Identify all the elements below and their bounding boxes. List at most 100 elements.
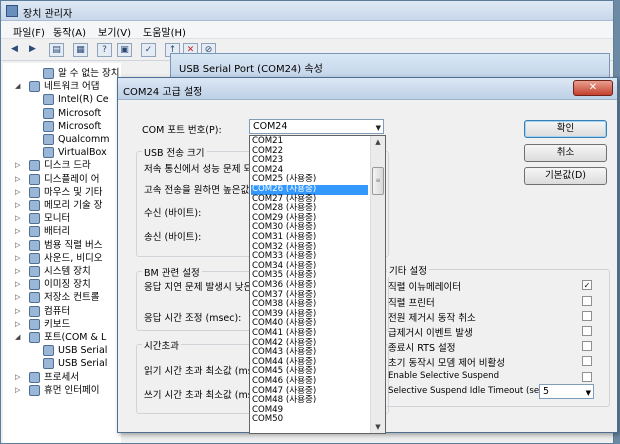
device-icon — [29, 318, 40, 330]
menu-action[interactable]: 동작(A) — [53, 24, 86, 39]
bm-note-line: 응답 지연 문제 발생시 낮은 — [144, 282, 253, 293]
menu-view[interactable]: 보기(V) — [98, 24, 131, 39]
tree-item-label: Intel(R) Ce — [58, 94, 109, 106]
tree-item-label: USB Serial — [58, 345, 108, 357]
tree-item-label: 프로세서 — [44, 371, 79, 383]
tree-item-label: 알 수 없는 장치 — [58, 68, 120, 79]
tree-item-label: 네트워크 어댑 — [44, 81, 100, 93]
com-port-option[interactable]: COM50 — [251, 415, 368, 425]
advanced-dialog-title: COM24 고급 설정 — [123, 87, 203, 98]
tree-item-label: Microsoft — [58, 120, 102, 132]
misc-option-checkbox[interactable] — [582, 326, 592, 336]
misc-option-label: 직렬 이뉴메레이터 — [388, 282, 461, 293]
selective-suspend-timeout-select[interactable]: 5 ▼ — [539, 384, 594, 399]
tree-expander-icon[interactable]: ◢ — [15, 82, 23, 91]
misc-option-label: 전원 제거시 동작 취소 — [388, 313, 476, 324]
misc-option-checkbox[interactable] — [582, 372, 592, 382]
menu-file[interactable]: 파일(F) — [13, 24, 45, 39]
misc-option-checkbox[interactable] — [582, 356, 592, 366]
tree-expander-icon[interactable]: ▷ — [15, 227, 23, 236]
tree-item-label: 모니터 — [44, 213, 71, 225]
device-icon — [29, 384, 40, 396]
default-button[interactable]: 기본값(D) — [524, 167, 607, 185]
device-icon — [43, 94, 54, 106]
view-icon[interactable]: ▤ — [49, 43, 64, 57]
tree-expander-icon[interactable]: ◢ — [15, 333, 23, 342]
device-tree: 알 수 없는 장치 ◢ 네트워크 어댑 Intel(R) Ce Microsoft Mic… — [3, 63, 121, 443]
tree-expander-icon[interactable]: ▷ — [15, 307, 23, 316]
tree-expander-icon[interactable]: ▷ — [15, 188, 23, 197]
bm-settings-group-label: BM 관련 설정 — [142, 265, 202, 279]
device-icon — [43, 345, 54, 357]
timeout-group-label: 시간초과 — [142, 338, 181, 352]
tree-expander-icon[interactable]: ▷ — [15, 373, 23, 382]
device-icon — [29, 200, 40, 211]
com-port-combobox[interactable]: COM24 ▼ — [249, 119, 384, 134]
device-manager-title: 장치 관리자 — [23, 9, 73, 20]
misc-option-label: 종료시 RTS 설정 — [388, 343, 456, 354]
tree-expander-icon[interactable]: ▷ — [15, 267, 23, 276]
selective-suspend-timeout-value: 5 — [543, 386, 550, 397]
tree-item-label: 범용 직렬 버스 — [44, 239, 103, 251]
tree-item-label: 디스크 드라 — [44, 160, 91, 172]
device-icon — [29, 292, 40, 304]
send-bytes-label: 송신 (바이트): — [144, 232, 202, 243]
device-icon — [29, 239, 40, 251]
com-port-value: COM24 — [253, 121, 288, 132]
device-icon — [29, 226, 40, 238]
ok-button[interactable]: 확인 — [524, 120, 607, 138]
misc-option-checkbox[interactable] — [582, 296, 592, 306]
tree-expander-icon[interactable]: ▷ — [15, 386, 23, 395]
device-icon — [29, 266, 40, 277]
misc-option-checkbox[interactable] — [582, 341, 592, 351]
tree-item-label: 메모리 기술 장 — [44, 200, 103, 211]
misc-settings-group-label: 기타 설정 — [387, 263, 429, 277]
tree-expander-icon[interactable]: ▷ — [15, 161, 23, 170]
chevron-down-icon: ▼ — [375, 124, 381, 132]
tree-expander-icon[interactable]: ▷ — [15, 280, 23, 289]
scan-hardware-icon[interactable]: ✓ — [141, 43, 156, 57]
forward-arrow-icon[interactable]: ▶ — [25, 43, 40, 57]
tree-item-label: VirtualBox — [58, 147, 107, 159]
tree-expander-icon[interactable]: ▷ — [15, 254, 23, 263]
advanced-dialog-titlebar: COM24 고급 설정 ✕ — [118, 78, 617, 100]
tree-item-label: 키보드 — [44, 318, 71, 330]
tree-expander-icon[interactable]: ▷ — [15, 320, 23, 329]
tree-item-label: 배터리 — [44, 226, 71, 238]
properties-icon[interactable]: ▦ — [73, 43, 88, 57]
back-arrow-icon[interactable]: ◀ — [7, 43, 22, 57]
tree-item-label: 마우스 및 기타 — [44, 186, 103, 198]
usb-note-line2: 고속 전송을 원하면 높은값 — [144, 185, 250, 196]
misc-option-checkbox[interactable]: ✓ — [582, 280, 592, 290]
console-icon[interactable]: ▣ — [117, 43, 132, 57]
write-timeout-label: 쓰기 시간 초과 최소값 (ms — [144, 390, 253, 401]
misc-option-label: Enable Selective Suspend — [388, 371, 500, 381]
tree-expander-icon[interactable]: ▷ — [15, 293, 23, 302]
tree-expander-icon[interactable]: ▷ — [15, 201, 23, 210]
tree-expander-icon[interactable]: ▷ — [15, 214, 23, 223]
scroll-up-icon[interactable]: ▲ — [372, 136, 384, 148]
tree-item-label: 휴먼 인터페이 — [44, 384, 100, 396]
close-button[interactable]: ✕ — [573, 80, 613, 96]
com-port-dropdown-list[interactable]: COM21 COM22 COM23 COM24 COM25 (사용중) COM26 (사용… — [249, 135, 386, 434]
dropdown-scrollbar[interactable]: ▲ ≡ ▼ — [370, 136, 385, 433]
device-icon — [43, 358, 54, 370]
scrollbar-thumb[interactable]: ≡ — [372, 167, 384, 195]
scroll-down-icon[interactable]: ▼ — [372, 421, 384, 433]
usb-serial-properties-title: USB Serial Port (COM24) 속성 — [179, 64, 323, 75]
device-icon — [29, 213, 40, 225]
tree-expander-icon[interactable]: ▷ — [15, 175, 23, 184]
cancel-button[interactable]: 취소 — [524, 144, 607, 162]
device-icon — [29, 279, 40, 291]
read-timeout-label: 읽기 시간 초과 최소값 (ms — [144, 366, 253, 377]
misc-option-checkbox[interactable] — [582, 311, 592, 321]
help-icon[interactable]: ? — [97, 43, 112, 57]
menu-help[interactable]: 도움말(H) — [143, 24, 186, 39]
misc-option-label: 초기 동작시 모뎀 제어 비활성 — [388, 358, 505, 369]
device-icon — [29, 371, 40, 383]
usb-note-line1: 저속 통신에서 성능 문제 되 — [144, 164, 253, 175]
tree-expander-icon[interactable]: ▷ — [15, 241, 23, 250]
tree-item-label: 포트(COM & L — [44, 332, 107, 343]
device-icon — [29, 305, 40, 317]
tree-item-label: 사운드, 비디오 — [44, 252, 103, 264]
